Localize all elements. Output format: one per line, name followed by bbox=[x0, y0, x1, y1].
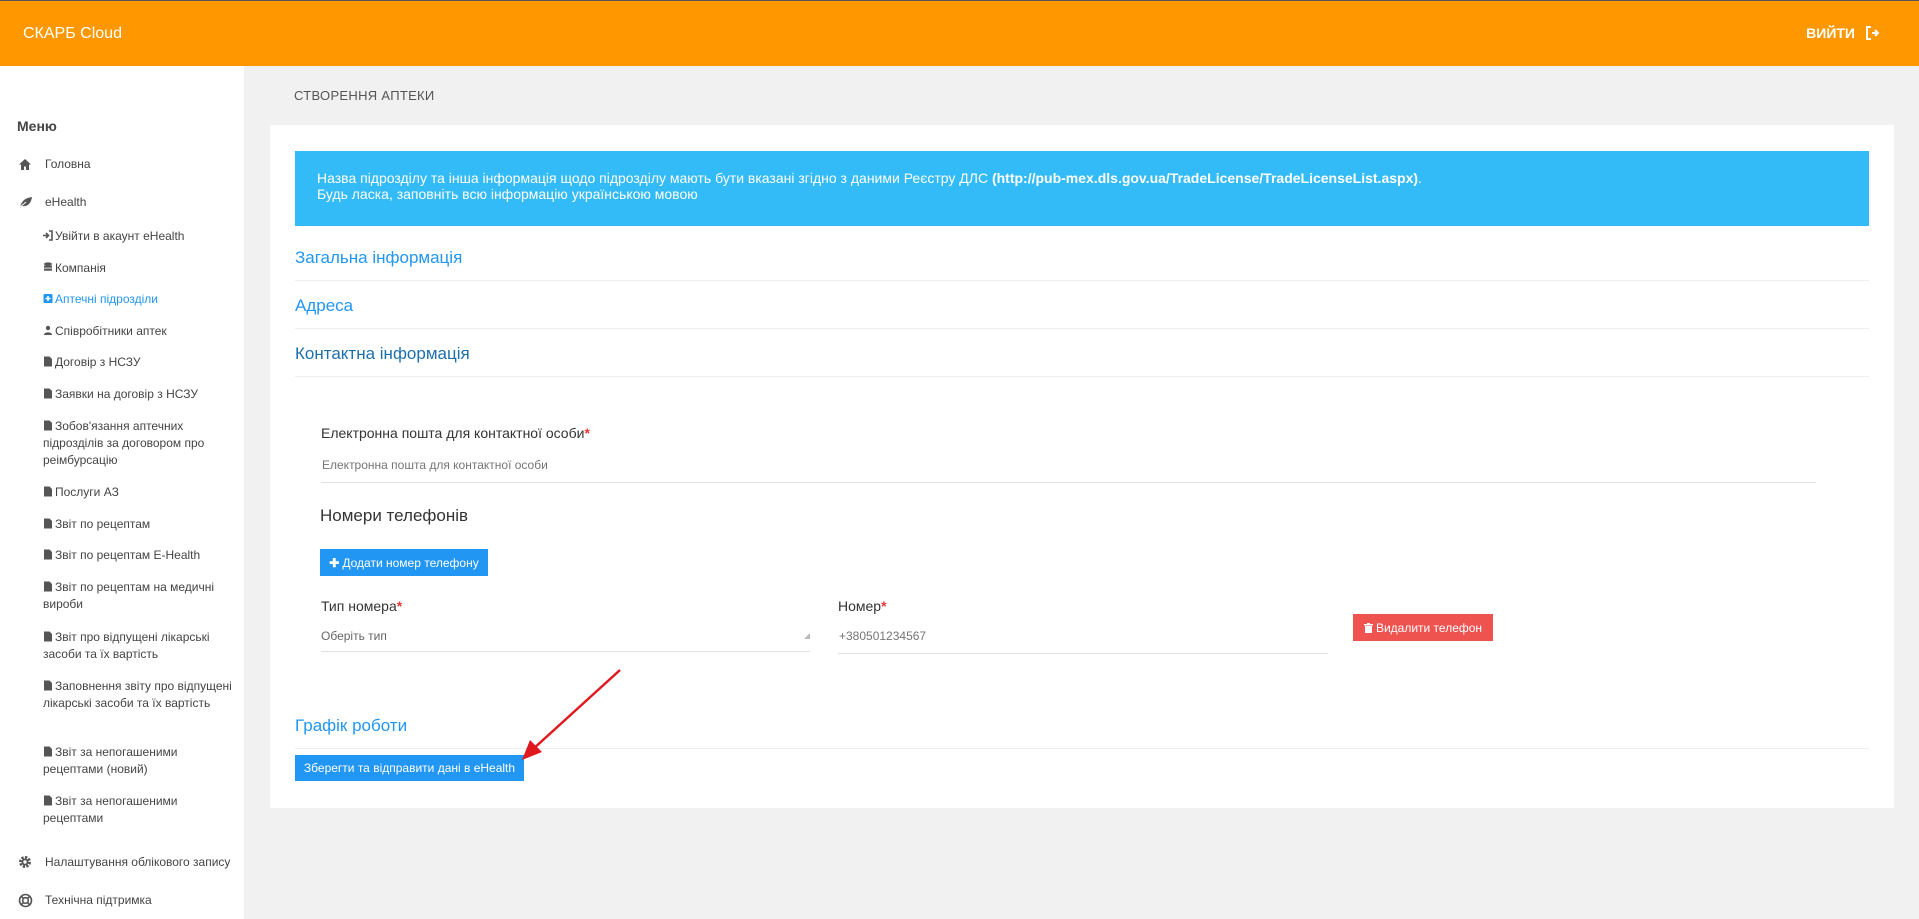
file-icon bbox=[44, 356, 52, 367]
file-icon bbox=[44, 388, 52, 399]
sidebar-item-ehealth-login[interactable]: Увійти в акаунт eHealth bbox=[43, 228, 233, 245]
sidebar-item-fill-dispensed-report[interactable]: Заповнення звіту про відпущені лікарські… bbox=[43, 678, 233, 712]
sidebar-item-label: Звіт по рецептам bbox=[55, 517, 151, 531]
sign-in-icon bbox=[43, 230, 53, 241]
plus-square-icon bbox=[43, 294, 53, 303]
sidebar-item-label: Аптечні підрозділи bbox=[55, 292, 159, 306]
registry-link[interactable]: (http://pub-mex.dls.gov.ua/TradeLicense/… bbox=[992, 170, 1418, 186]
leaf-icon bbox=[17, 194, 33, 210]
email-label-text: Електронна пошта для контактної особи bbox=[321, 425, 585, 441]
phone-type-value: Оберіть тип bbox=[321, 629, 387, 643]
sign-out-icon bbox=[1866, 26, 1880, 40]
sidebar-item-ehealth[interactable]: eHealth bbox=[17, 194, 86, 210]
sidebar-item-label: Співробітники аптек bbox=[55, 324, 167, 338]
delete-phone-button[interactable]: Видалити телефон bbox=[1353, 614, 1493, 641]
phone-number-label-text: Номер bbox=[838, 598, 882, 614]
file-icon bbox=[44, 549, 52, 560]
sidebar-item-label: Головна bbox=[45, 157, 91, 171]
sidebar-item-home[interactable]: Головна bbox=[17, 156, 91, 172]
email-input[interactable] bbox=[321, 458, 1816, 483]
sidebar-item-label: Компанія bbox=[55, 261, 106, 275]
file-icon bbox=[44, 631, 52, 642]
file-icon bbox=[44, 486, 52, 497]
phones-title: Номери телефонів bbox=[320, 506, 469, 525]
required-mark: * bbox=[396, 598, 403, 614]
sidebar-item-prescription-report[interactable]: Звіт по рецептам bbox=[43, 516, 233, 533]
required-mark: * bbox=[881, 598, 887, 614]
sidebar-item-pharmacy-units[interactable]: Аптечні підрозділи bbox=[43, 291, 233, 308]
info-line-1: Назва підрозділу та інша інформація щодо… bbox=[317, 170, 1847, 186]
sidebar-item-label: Договір з НСЗУ bbox=[55, 355, 141, 369]
phone-number-input[interactable] bbox=[838, 629, 1328, 654]
sidebar-item-label: Зобов'язання аптечних підрозділів за дог… bbox=[43, 419, 205, 467]
file-icon bbox=[44, 420, 52, 431]
sidebar-item-label: Послуги АЗ bbox=[55, 485, 119, 499]
add-phone-button[interactable]: ✚ Додати номер телефону bbox=[320, 549, 488, 576]
phone-type-label-text: Тип номера bbox=[321, 598, 397, 614]
sidebar: Меню Головна eHealth Увійти в акаунт eHe… bbox=[0, 66, 244, 919]
app-brand[interactable]: СКАРБ Cloud bbox=[23, 25, 122, 43]
sidebar-item-nszu-contract[interactable]: Договір з НСЗУ bbox=[43, 354, 233, 371]
phone-type-label: Тип номера* bbox=[321, 598, 402, 614]
email-label: Електронна пошта для контактної особи* bbox=[321, 425, 590, 441]
section-address[interactable]: Адреса bbox=[295, 296, 1869, 329]
add-phone-label: Додати номер телефону bbox=[342, 555, 479, 570]
database-icon bbox=[44, 262, 52, 271]
sidebar-item-label: Заповнення звіту про відпущені лікарські… bbox=[43, 679, 232, 710]
sidebar-item-account-settings[interactable]: Налаштування облікового запису bbox=[17, 854, 230, 870]
select-caret-icon bbox=[804, 633, 810, 639]
sidebar-item-label: Звіт про відпущені лікарські засоби та ї… bbox=[43, 630, 210, 661]
file-icon bbox=[44, 746, 52, 757]
save-send-ehealth-button[interactable]: Зберегти та відправити дані в eHealth bbox=[295, 755, 524, 781]
file-icon bbox=[44, 680, 52, 691]
page-title: СТВОРЕННЯ АПТЕКИ bbox=[294, 88, 435, 103]
sidebar-item-label: Налаштування облікового запису bbox=[45, 855, 231, 869]
sidebar-item-label: Звіт по рецептам E-Health bbox=[55, 548, 201, 562]
sidebar-item-pharmacy-staff[interactable]: Співробітники аптек bbox=[43, 323, 233, 340]
menu-title: Меню bbox=[17, 118, 57, 134]
phone-type-select[interactable]: Оберіть тип bbox=[321, 629, 810, 652]
info-line-2: Будь ласка, заповніть всю інформацію укр… bbox=[317, 186, 698, 202]
info-alert: Назва підрозділу та інша інформація щодо… bbox=[295, 151, 1869, 226]
sidebar-item-nszu-requests[interactable]: Заявки на договір з НСЗУ bbox=[43, 386, 233, 403]
sidebar-item-label: Звіт за непогашеними рецептами (новий) bbox=[43, 745, 178, 776]
file-icon bbox=[44, 518, 52, 529]
section-contact-info[interactable]: Контактна інформація bbox=[295, 344, 1869, 377]
trash-icon bbox=[1363, 622, 1373, 633]
plus-icon: ✚ bbox=[329, 555, 340, 570]
file-icon bbox=[44, 581, 52, 592]
sidebar-item-ehealth-prescription-report[interactable]: Звіт по рецептам E-Health bbox=[43, 547, 233, 564]
gear-icon bbox=[17, 854, 33, 870]
info-text: Назва підрозділу та інша інформація щодо… bbox=[317, 170, 992, 186]
sidebar-item-label: Звіт по рецептам на медичні вироби bbox=[43, 580, 215, 611]
info-text-suffix: . bbox=[1418, 170, 1422, 186]
sidebar-item-label: Увійти в акаунт eHealth bbox=[55, 229, 185, 243]
required-mark: * bbox=[584, 425, 590, 441]
annotation-arrow-icon bbox=[522, 669, 621, 760]
delete-phone-label: Видалити телефон bbox=[1375, 620, 1483, 635]
home-icon bbox=[17, 156, 33, 172]
file-icon bbox=[44, 795, 52, 806]
lifebuoy-icon bbox=[17, 892, 33, 908]
logout-label: ВИЙТИ bbox=[1806, 25, 1855, 41]
sidebar-item-label: eHealth bbox=[45, 195, 87, 209]
sidebar-item-medical-devices-report[interactable]: Звіт по рецептам на медичні вироби bbox=[43, 579, 233, 613]
sidebar-item-outstanding-report-new[interactable]: Звіт за непогашеними рецептами (новий) bbox=[43, 744, 233, 778]
user-icon bbox=[44, 325, 52, 335]
logout-button[interactable]: ВИЙТИ bbox=[1806, 25, 1881, 41]
sidebar-item-outstanding-report[interactable]: Звіт за непогашеними рецептами bbox=[43, 793, 233, 827]
phone-number-label: Номер* bbox=[838, 598, 887, 614]
sidebar-item-label: Технічна підтримка bbox=[45, 893, 152, 907]
sidebar-item-company[interactable]: Компанія bbox=[43, 260, 233, 277]
section-general-info[interactable]: Загальна інформація bbox=[295, 248, 1869, 281]
sidebar-item-label: Заявки на договір з НСЗУ bbox=[55, 387, 198, 401]
top-bar: СКАРБ Cloud ВИЙТИ bbox=[0, 0, 1919, 66]
sidebar-item-dispensed-drugs-report[interactable]: Звіт про відпущені лікарські засоби та ї… bbox=[43, 629, 233, 663]
sidebar-item-label: Звіт за непогашеними рецептами bbox=[43, 794, 178, 825]
sidebar-item-reimbursement-obligations[interactable]: Зобов'язання аптечних підрозділів за дог… bbox=[43, 418, 233, 469]
sidebar-item-az-services[interactable]: Послуги АЗ bbox=[43, 484, 233, 501]
sidebar-item-support[interactable]: Технічна підтримка bbox=[17, 892, 152, 908]
